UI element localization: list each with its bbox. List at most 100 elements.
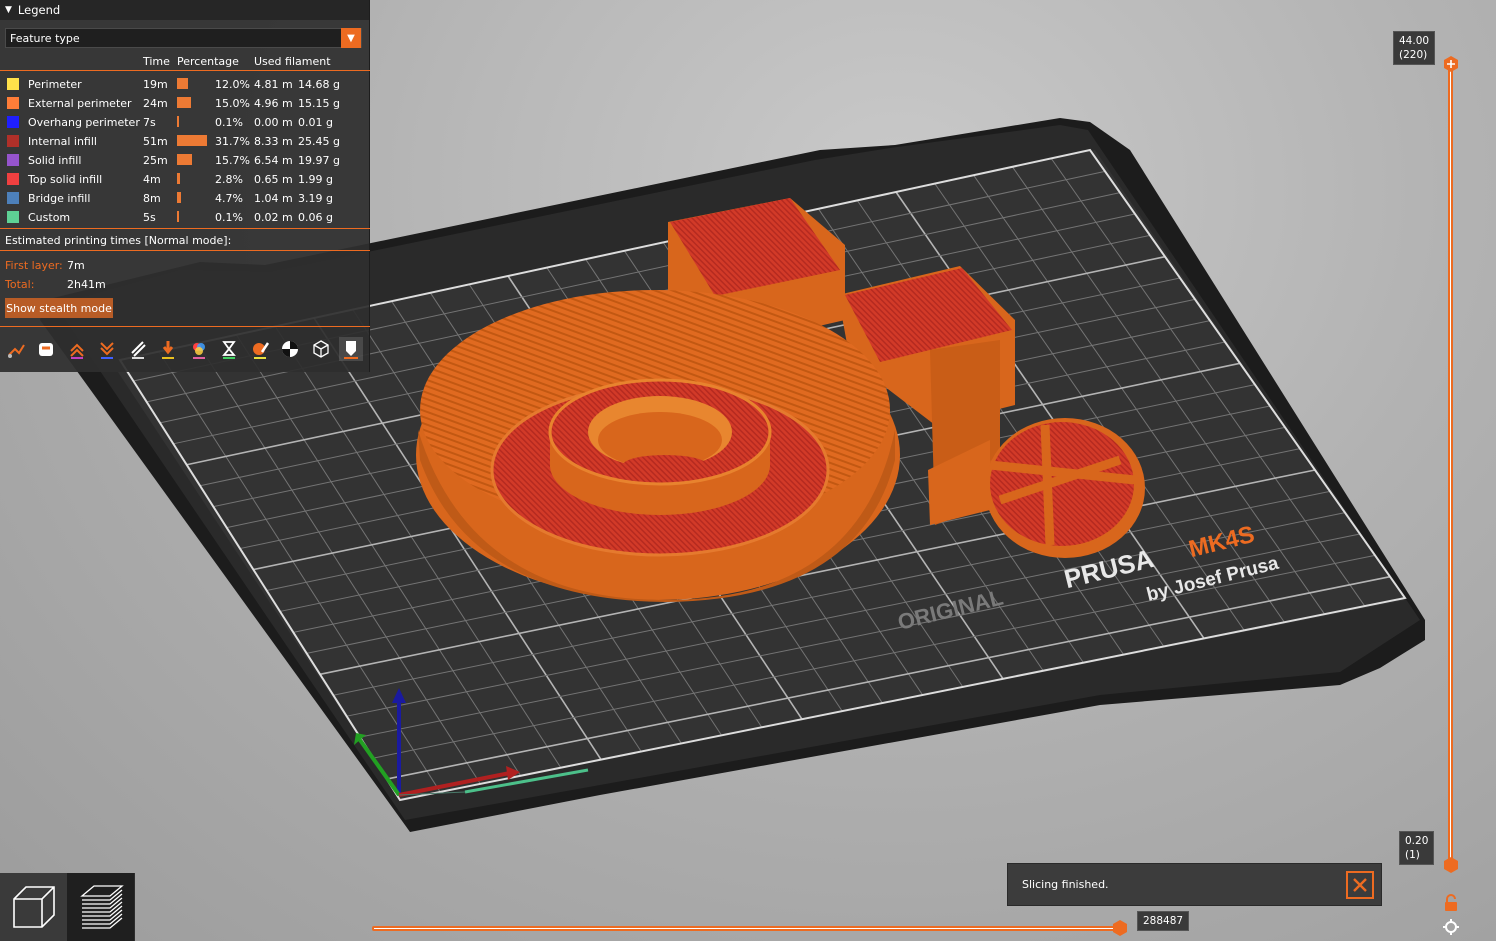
preview-button[interactable] (67, 873, 134, 941)
percentage-bar (177, 211, 179, 222)
notification-text: Slicing finished. (1022, 878, 1109, 891)
percentage-bar (177, 78, 188, 89)
feature-length: 6.54 m (254, 154, 293, 167)
feature-length: 8.33 m (254, 135, 293, 148)
collapse-triangle-icon[interactable]: ▼ (5, 5, 12, 15)
color-swatch (7, 192, 19, 204)
layer-top-number: (220) (1399, 49, 1428, 61)
wipe-icon[interactable] (34, 337, 58, 361)
feature-name: Custom (28, 211, 71, 224)
legend-row[interactable]: Bridge infill 8m 4.7% 1.04 m 3.19 g (0, 190, 370, 209)
estimated-times-label: Estimated printing times [Normal mode]: (5, 234, 232, 247)
tool-changes-icon[interactable] (156, 337, 180, 361)
feature-time: 5s (143, 211, 156, 224)
feature-weight: 1.99 g (298, 173, 333, 186)
legend-row[interactable]: External perimeter 24m 15.0% 4.96 m 15.15 g (0, 95, 370, 114)
feature-percentage: 2.8% (215, 173, 243, 186)
view-type-value: Feature type (10, 31, 80, 45)
deretractions-icon[interactable] (95, 337, 119, 361)
feature-percentage: 0.1% (215, 116, 243, 129)
custom-gcode-icon[interactable] (248, 337, 272, 361)
layer-top-handle[interactable] (1443, 56, 1459, 72)
pause-prints-icon[interactable] (217, 337, 241, 361)
color-swatch (7, 116, 19, 128)
feature-length: 0.65 m (254, 173, 293, 186)
seams-icon[interactable] (126, 337, 150, 361)
legend-panel: ▼ Legend Feature type ▼ Time Percentage … (0, 0, 370, 372)
total-line: Total: 2h41m (5, 278, 106, 291)
feature-time: 7s (143, 116, 156, 129)
feature-weight: 0.06 g (298, 211, 333, 224)
feature-name: Perimeter (28, 78, 82, 91)
col-percentage: Percentage (177, 55, 239, 68)
legend-row[interactable]: Top solid infill 4m 2.8% 0.65 m 1.99 g (0, 171, 370, 190)
legend-row[interactable]: Perimeter 19m 12.0% 4.81 m 14.68 g (0, 76, 370, 95)
percentage-bar (177, 116, 179, 127)
feature-percentage: 0.1% (215, 211, 243, 224)
feature-weight: 19.97 g (298, 154, 340, 167)
feature-length: 4.81 m (254, 78, 293, 91)
feature-name: External perimeter (28, 97, 132, 110)
color-changes-icon[interactable] (187, 337, 211, 361)
legend-row[interactable]: Solid infill 25m 15.7% 6.54 m 19.97 g (0, 152, 370, 171)
settings-cog-icon[interactable] (1442, 918, 1460, 936)
col-used-filament: Used filament (254, 55, 331, 68)
feature-length: 0.02 m (254, 211, 293, 224)
col-time: Time (143, 55, 170, 68)
layer-top-height: 44.00 (1399, 35, 1430, 47)
legend-title: Legend (17, 3, 61, 17)
center-of-gravity-icon[interactable] (278, 337, 302, 361)
feature-time: 4m (143, 173, 161, 186)
feature-time: 19m (143, 78, 168, 91)
total-value: 2h41m (67, 278, 106, 291)
legend-row[interactable]: Internal infill 51m 31.7% 8.33 m 25.45 g (0, 133, 370, 152)
dropdown-arrow-icon[interactable]: ▼ (341, 28, 361, 48)
feature-time: 25m (143, 154, 168, 167)
layer-top-label: 44.00 (220) (1393, 31, 1436, 65)
percentage-bar (177, 192, 181, 203)
feature-name: Internal infill (28, 135, 97, 148)
feature-length: 0.00 m (254, 116, 293, 129)
legend-divider (0, 70, 370, 71)
layer-bottom-height: 0.20 (1405, 835, 1429, 847)
lock-icon[interactable] (1442, 894, 1460, 912)
legend-divider (0, 326, 370, 327)
feature-weight: 14.68 g (298, 78, 340, 91)
color-swatch (7, 97, 19, 109)
legend-row[interactable]: Custom 5s 0.1% 0.02 m 0.06 g (0, 209, 370, 228)
legend-row[interactable]: Overhang perimeter 7s 0.1% 0.00 m 0.01 g (0, 114, 370, 133)
retractions-icon[interactable] (65, 337, 89, 361)
feature-weight: 3.19 g (298, 192, 333, 205)
feature-time: 24m (143, 97, 168, 110)
feature-length: 1.04 m (254, 192, 293, 205)
notification-toast: Slicing finished. (1007, 863, 1382, 906)
moves-slider-handle[interactable] (1112, 920, 1128, 936)
view-type-select[interactable]: Feature type ▼ (5, 28, 362, 48)
shells-icon[interactable] (309, 337, 333, 361)
legend-divider (0, 250, 370, 251)
view-switcher (0, 873, 135, 941)
show-stealth-mode-button[interactable]: Show stealth mode (5, 298, 113, 318)
feature-name: Bridge infill (28, 192, 91, 205)
feature-percentage: 15.7% (215, 154, 250, 167)
feature-weight: 0.01 g (298, 116, 333, 129)
close-icon (1353, 878, 1367, 892)
percentage-bar (177, 135, 207, 146)
layer-bottom-number: (1) (1405, 849, 1420, 861)
close-notification-button[interactable] (1346, 871, 1374, 899)
first-layer-label: First layer: (5, 259, 63, 272)
color-swatch (7, 211, 19, 223)
color-swatch (7, 173, 19, 185)
color-swatch (7, 154, 19, 166)
feature-time: 51m (143, 135, 168, 148)
travel-icon[interactable] (4, 337, 28, 361)
layer-bottom-handle[interactable] (1443, 857, 1459, 873)
feature-percentage: 31.7% (215, 135, 250, 148)
legend-header[interactable]: ▼ Legend (0, 0, 369, 20)
feature-name: Solid infill (28, 154, 82, 167)
moves-value-label: 288487 (1137, 911, 1190, 931)
3d-view-button[interactable] (0, 873, 67, 941)
tool-marker-icon[interactable] (339, 337, 363, 361)
feature-length: 4.96 m (254, 97, 293, 110)
first-layer-value: 7m (67, 259, 85, 272)
